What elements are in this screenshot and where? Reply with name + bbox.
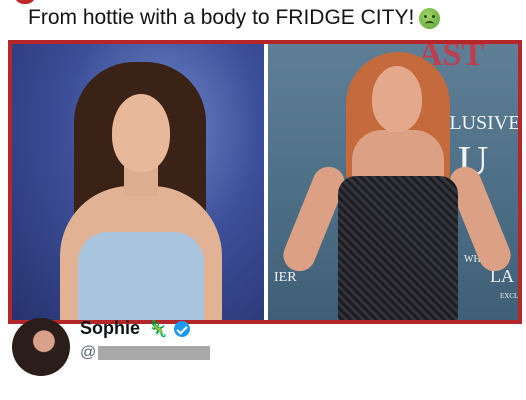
- lizard-icon: 🦎: [148, 320, 168, 338]
- verified-badge-icon: [173, 320, 190, 337]
- right-photo[interactable]: AST CLUSIVE U IER WHAT YO LA EXCLU: [268, 44, 518, 320]
- backdrop-text: EXCLU: [500, 292, 518, 300]
- left-photo-face: [112, 94, 170, 172]
- left-photo-top: [78, 232, 204, 320]
- author-display-name[interactable]: Sophie: [80, 318, 140, 339]
- backdrop-text: IER: [274, 270, 297, 285]
- avatar[interactable]: [12, 318, 70, 376]
- author-handle[interactable]: @: [80, 344, 211, 362]
- media-comparison-frame[interactable]: AST CLUSIVE U IER WHAT YO LA EXCLU: [8, 40, 522, 324]
- author-name[interactable]: Sophie 🦎: [80, 318, 190, 339]
- left-photo[interactable]: [12, 44, 264, 320]
- right-photo-face: [372, 66, 422, 132]
- nauseated-face-icon: [419, 7, 441, 29]
- previous-avatar-edge: [14, 0, 36, 4]
- tweet-screenshot: From hottie with a body to FRIDGE CITY! …: [0, 0, 526, 400]
- right-photo-dress: [338, 176, 458, 320]
- redacted-handle: [98, 346, 211, 360]
- handle-prefix: @: [80, 344, 97, 361]
- tweet-text: From hottie with a body to FRIDGE CITY!: [28, 6, 441, 30]
- tweet-text-body: From hottie with a body to FRIDGE CITY!: [28, 6, 415, 29]
